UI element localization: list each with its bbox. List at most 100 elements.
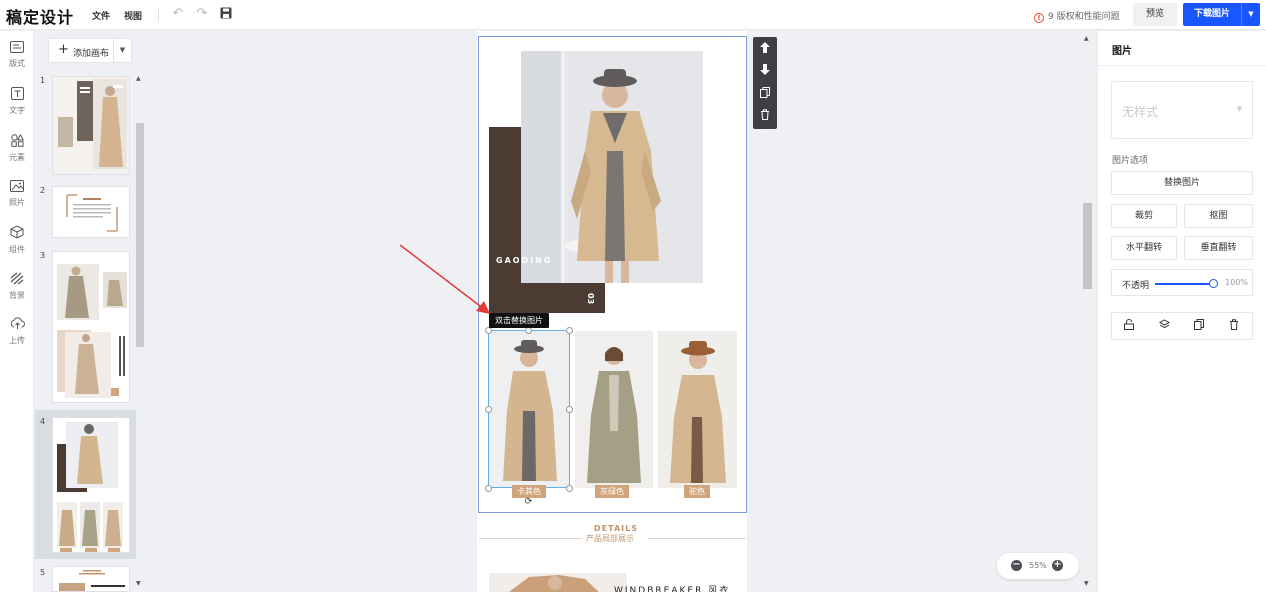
details-subheading[interactable]: 产品局部展示 — [586, 533, 634, 544]
app-logo[interactable]: 稿定设计 — [6, 4, 74, 28]
left-nav: 版式 文字 元素 照片 组件 背景 上传 — [0, 31, 34, 592]
resize-handle[interactable] — [485, 406, 492, 413]
opacity-control: 不透明 100% — [1111, 269, 1253, 296]
nav-upload[interactable]: 上传 — [0, 317, 34, 346]
page-panel: + 添加画布 ▼ 1 2 3 4 5 ▲ ▼ — [35, 31, 146, 592]
replace-image-tooltip: 双击替换图片 — [489, 313, 549, 328]
page-thumbnail-2[interactable] — [52, 186, 130, 238]
layers-icon[interactable] — [1156, 319, 1172, 334]
page-number: 5 — [40, 568, 46, 577]
scroll-down-icon[interactable]: ▼ — [1084, 580, 1089, 587]
color-tag-graygreen[interactable]: 灰绿色 — [595, 485, 629, 498]
resize-handle[interactable] — [485, 485, 492, 492]
windbreaker-title[interactable]: WINDBREAKER 风衣 — [614, 583, 730, 592]
page-thumbnail-3[interactable] — [52, 251, 130, 403]
zoom-control: − 55% + — [997, 553, 1079, 579]
text-icon — [0, 87, 34, 104]
duplicate-icon[interactable] — [753, 87, 777, 102]
page-panel-scrollbar[interactable]: ▲ ▼ — [135, 71, 144, 592]
layer-tools — [753, 37, 777, 129]
opacity-label: 不透明 — [1122, 281, 1150, 291]
chevron-down-icon[interactable]: ▼ — [113, 39, 131, 62]
copyright-warning[interactable]: ! 9 版权和性能问题 — [1034, 9, 1120, 23]
layout-icon — [0, 41, 34, 57]
details-heading[interactable]: DETAILS — [594, 524, 638, 533]
rotate-icon[interactable]: ⟳ — [523, 497, 534, 508]
resize-handle[interactable] — [485, 327, 492, 334]
component-icon — [0, 225, 34, 243]
toolbar-divider — [158, 9, 159, 21]
undo-icon[interactable]: ↶ — [171, 7, 185, 21]
page-thumbnail-4[interactable] — [52, 417, 130, 553]
panel-title: 图片 — [1112, 46, 1132, 57]
nav-component[interactable]: 组件 — [0, 225, 34, 255]
photo-icon — [0, 180, 34, 196]
image-options-label: 图片选项 — [1112, 156, 1149, 166]
zoom-out-button[interactable]: − — [1011, 560, 1022, 571]
background-icon — [0, 272, 34, 289]
resize-handle[interactable] — [566, 406, 573, 413]
resize-handle[interactable] — [566, 485, 573, 492]
top-toolbar: 稿定设计 文件 视图 ↶ ↷ ! 9 版权和性能问题 预览 下载图片 ▼ — [0, 0, 1266, 30]
nav-background[interactable]: 背景 — [0, 272, 34, 301]
move-down-icon[interactable] — [753, 64, 777, 79]
crop-button[interactable]: 裁剪 — [1111, 204, 1177, 228]
cutout-button[interactable]: 抠图 — [1184, 204, 1253, 228]
save-icon[interactable] — [219, 7, 233, 21]
redo-icon[interactable]: ↷ — [195, 7, 209, 21]
page-thumbnail-5[interactable] — [52, 566, 130, 592]
delete-icon[interactable] — [753, 109, 777, 124]
move-up-icon[interactable] — [753, 42, 777, 57]
copy-icon[interactable] — [1191, 319, 1207, 334]
nav-elements[interactable]: 元素 — [0, 133, 34, 163]
elements-icon — [0, 133, 34, 151]
detail-photo[interactable] — [489, 573, 627, 592]
annotation-arrow — [399, 244, 490, 314]
color-tag-khaki[interactable]: 卡其色 — [512, 485, 546, 498]
preview-button[interactable]: 预览 — [1133, 3, 1177, 26]
add-canvas-button[interactable]: + 添加画布 ▼ — [48, 38, 132, 63]
style-placeholder: 无样式 — [1122, 105, 1159, 119]
canvas-scrollbar[interactable]: ▲ ▼ — [1080, 31, 1095, 592]
page-number: 1 — [40, 76, 46, 85]
zoom-value[interactable]: 55% — [1029, 561, 1047, 570]
flip-vertical-button[interactable]: 垂直翻转 — [1184, 236, 1253, 260]
properties-panel: 图片 无样式 ▼ 图片选项 替换图片 裁剪 抠图 水平翻转 垂直翻转 不透明 1… — [1097, 31, 1266, 592]
scrollbar-thumb[interactable] — [1083, 203, 1092, 289]
page-thumbnail-1[interactable] — [52, 76, 130, 175]
warning-icon: ! — [1034, 13, 1044, 23]
resize-handle[interactable] — [566, 327, 573, 334]
divider — [1098, 65, 1266, 66]
opacity-slider-handle[interactable] — [1209, 279, 1218, 288]
download-label: 下载图片 — [1193, 9, 1230, 19]
plus-icon: + — [58, 42, 69, 57]
menu-view[interactable]: 视图 — [124, 9, 142, 22]
page-number: 2 — [40, 186, 46, 195]
scrollbar-thumb[interactable] — [136, 123, 144, 347]
color-tag-camel[interactable]: 驼色 — [684, 485, 710, 498]
opacity-value[interactable]: 100% — [1225, 278, 1248, 287]
replace-image-button[interactable]: 替换图片 — [1111, 171, 1253, 195]
trash-icon[interactable] — [1226, 319, 1242, 334]
menu-file[interactable]: 文件 — [92, 9, 110, 22]
flip-horizontal-button[interactable]: 水平翻转 — [1111, 236, 1177, 260]
zoom-in-button[interactable]: + — [1052, 560, 1063, 571]
nav-photo[interactable]: 照片 — [0, 180, 34, 208]
resize-handle[interactable] — [525, 327, 532, 334]
nav-text[interactable]: 文字 — [0, 87, 34, 116]
image-actions — [1111, 312, 1253, 340]
design-canvas[interactable]: GAODING 03 ⟳ 双击替换图片 卡其色 灰绿色 驼色 DETAILS 产… — [146, 31, 1096, 592]
page-number: 3 — [40, 251, 46, 260]
image-selection-box[interactable] — [488, 330, 570, 488]
scroll-up-icon[interactable]: ▲ — [136, 75, 141, 82]
nav-layout[interactable]: 版式 — [0, 41, 34, 69]
divider-line — [479, 538, 582, 539]
scroll-down-icon[interactable]: ▼ — [136, 580, 141, 587]
lock-icon[interactable] — [1121, 319, 1137, 334]
download-button[interactable]: 下载图片 ▼ — [1183, 3, 1260, 26]
opacity-slider[interactable] — [1155, 283, 1213, 285]
scroll-up-icon[interactable]: ▲ — [1084, 35, 1089, 42]
image-style-select[interactable]: 无样式 ▼ — [1111, 81, 1253, 139]
page-number: 4 — [40, 417, 46, 426]
chevron-down-icon[interactable]: ▼ — [1241, 3, 1260, 26]
